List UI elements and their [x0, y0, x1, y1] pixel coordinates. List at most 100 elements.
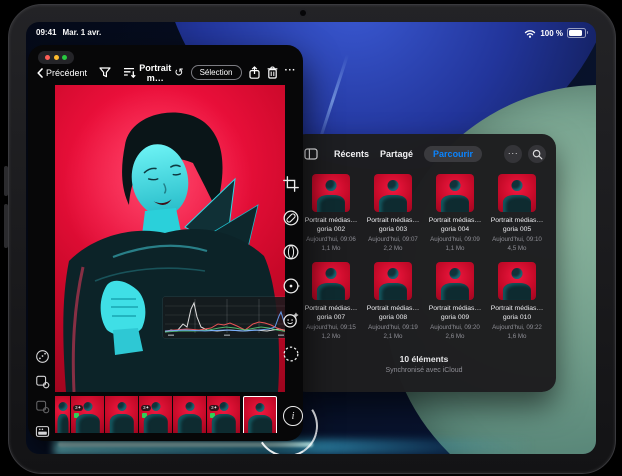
sidebar-toggle-icon[interactable]: [304, 148, 318, 160]
file-item[interactable]: Portrait médias…goria 010 Aujourd'hui, 0…: [486, 262, 548, 340]
file-date: Aujourd'hui, 09:20: [430, 324, 480, 331]
file-item[interactable]: Portrait médias…goria 009 Aujourd'hui, 0…: [424, 262, 486, 340]
filmstrip-thumb[interactable]: 3✦: [139, 396, 172, 433]
effects-tool-button[interactable]: [280, 309, 302, 331]
adjust-colors-icon: [282, 243, 300, 261]
chevron-left-icon: [37, 68, 43, 78]
tab-browse[interactable]: Parcourir: [424, 146, 482, 162]
screen: 09:41 Mar. 1 avr. 100 % Récents Partagé …: [26, 22, 596, 454]
item-count: 10 éléments: [292, 354, 556, 364]
funnel-icon: [99, 67, 111, 78]
search-button[interactable]: [528, 145, 546, 163]
image-icon: [35, 424, 50, 439]
battery-percent: 100 %: [540, 29, 563, 38]
window-controls[interactable]: [38, 51, 74, 64]
file-size: 2,6 Mo: [446, 333, 465, 340]
wifi-icon: [524, 28, 536, 38]
files-header: Récents Partagé Parcourir ···: [304, 143, 546, 165]
file-item[interactable]: Portrait médias…goria 008 Aujourd'hui, 0…: [362, 262, 424, 340]
volume-up-button[interactable]: [4, 166, 8, 196]
undo-button[interactable]: ↺: [174, 68, 183, 78]
edited-chip: [142, 413, 147, 418]
selection-dashed-icon: [282, 345, 300, 363]
file-item[interactable]: Portrait médias…goria 005 Aujourd'hui, 0…: [486, 174, 548, 252]
crop-icon: [282, 175, 300, 193]
editor-window: Précédent Portrait m… ↺ Sélection ···: [28, 45, 303, 441]
file-name: Portrait médias…goria 009: [422, 305, 488, 322]
file-date: Aujourd'hui, 09:06: [306, 236, 356, 243]
zoom-window-icon[interactable]: [62, 55, 67, 60]
edited-chip: [74, 413, 79, 418]
sort-lines-icon: [123, 67, 136, 78]
tab-shared[interactable]: Partagé: [380, 149, 413, 159]
document-sync-icon: [35, 399, 50, 414]
clone-icon: [282, 277, 300, 295]
file-item[interactable]: Portrait médias…goria 007 Aujourd'hui, 0…: [300, 262, 362, 340]
filmstrip-thumb[interactable]: 3✦: [71, 396, 104, 433]
more-button[interactable]: ···: [504, 145, 522, 163]
crop-tool-button[interactable]: [280, 173, 302, 195]
filmstrip-thumb[interactable]: [105, 396, 138, 433]
file-item[interactable]: Portrait médias…goria 003 Aujourd'hui, 0…: [362, 174, 424, 252]
close-window-icon[interactable]: [45, 55, 50, 60]
file-size: 1,2 Mo: [322, 333, 341, 340]
file-date: Aujourd'hui, 09:09: [430, 236, 480, 243]
file-grid: Portrait médias…goria 002 Aujourd'hui, 0…: [292, 174, 556, 340]
file-item[interactable]: Portrait médias…goria 002 Aujourd'hui, 0…: [300, 174, 362, 252]
effects-icon: [282, 311, 300, 329]
file-thumbnail: [436, 262, 474, 300]
file-date: Aujourd'hui, 09:10: [492, 236, 542, 243]
front-camera: [300, 10, 306, 16]
adjust-colors-button[interactable]: [280, 241, 302, 263]
duplicate-button[interactable]: [34, 398, 51, 415]
canvas-tool-column: [32, 348, 52, 440]
filmstrip-thumb[interactable]: [55, 396, 70, 433]
file-thumbnail: [312, 174, 350, 212]
filmstrip-thumb[interactable]: 3✦: [207, 396, 240, 433]
filmstrip-thumb[interactable]: [243, 396, 277, 433]
sort-button[interactable]: [123, 67, 136, 78]
sync-status: Synchronisé avec iCloud: [292, 367, 556, 374]
document-title: Portrait m…: [136, 63, 174, 83]
volume-down-button[interactable]: [4, 204, 8, 248]
repair-icon: [282, 209, 300, 227]
file-size: 1,1 Mo: [446, 245, 465, 252]
status-bar: 09:41 Mar. 1 avr. 100 %: [26, 26, 596, 40]
file-thumbnail: [498, 262, 536, 300]
trash-icon: [267, 66, 278, 79]
file-thumbnail: [374, 262, 412, 300]
file-size: 1,1 Mo: [322, 245, 341, 252]
clone-tool-button[interactable]: [280, 275, 302, 297]
export-settings-button[interactable]: [34, 373, 51, 390]
minimize-window-icon[interactable]: [54, 55, 59, 60]
share-button[interactable]: [249, 66, 260, 79]
repair-tool-button[interactable]: [280, 207, 302, 229]
files-window: Récents Partagé Parcourir ··· Portrait m…: [292, 134, 556, 392]
status-time: 09:41: [36, 28, 56, 37]
editor-more-button[interactable]: ···: [285, 65, 297, 76]
filmstrip-thumb[interactable]: [173, 396, 206, 433]
files-footer: 10 éléments Synchronisé avec iCloud: [292, 354, 556, 374]
filmstrip: 3✦ 3✦ 3✦: [55, 396, 287, 433]
auto-adjust-button[interactable]: [34, 348, 51, 365]
rating-badge: 3✦: [209, 405, 219, 411]
tab-recents[interactable]: Récents: [334, 149, 369, 159]
file-size: 2,1 Mo: [384, 333, 403, 340]
auto-adjust-icon: [35, 349, 50, 364]
back-button[interactable]: Précédent: [37, 68, 87, 78]
file-name: Portrait médias…goria 002: [298, 217, 364, 234]
file-name: Portrait médias…goria 010: [484, 305, 550, 322]
media-browser-button[interactable]: [34, 423, 51, 440]
portrait-photo: [55, 85, 285, 392]
file-item[interactable]: Portrait médias…goria 004 Aujourd'hui, 0…: [424, 174, 486, 252]
battery-icon: [567, 28, 586, 38]
share-icon: [249, 66, 260, 79]
file-name: Portrait médias…goria 003: [360, 217, 426, 234]
selection-tool-button[interactable]: [280, 343, 302, 365]
filter-button[interactable]: [99, 67, 111, 78]
photo-canvas[interactable]: [55, 85, 285, 392]
files-tabs: Récents Partagé Parcourir: [334, 146, 482, 162]
selection-button[interactable]: Sélection: [191, 65, 242, 80]
file-date: Aujourd'hui, 09:15: [306, 324, 356, 331]
delete-button[interactable]: [267, 66, 278, 79]
